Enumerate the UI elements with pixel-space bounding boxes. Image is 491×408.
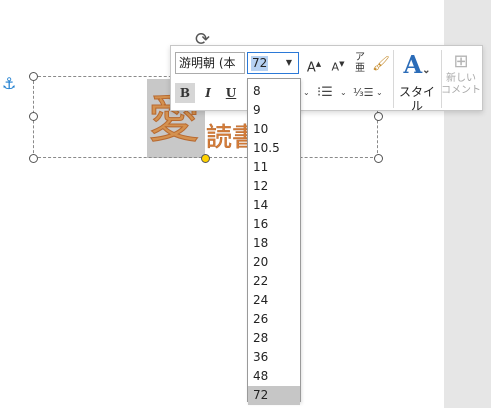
new-comment-label-2: コメント: [441, 85, 481, 96]
font-size-option[interactable]: 12: [248, 177, 300, 196]
font-size-option[interactable]: 9: [248, 101, 300, 120]
italic-button[interactable]: I: [198, 83, 218, 103]
font-size-option[interactable]: 10.5: [248, 139, 300, 158]
font-size-option[interactable]: 28: [248, 329, 300, 348]
grow-font-icon[interactable]: A▲: [305, 53, 323, 75]
font-size-option[interactable]: 11: [248, 158, 300, 177]
numbering-icon[interactable]: ⅓☰: [353, 83, 377, 103]
resize-handle-left[interactable]: [29, 112, 38, 121]
chevron-down-icon[interactable]: ▼: [282, 53, 296, 73]
new-comment-icon: ⊞: [453, 51, 469, 72]
resize-handle-bottom-left[interactable]: [29, 154, 38, 163]
separator: [393, 50, 394, 108]
font-size-option[interactable]: 14: [248, 196, 300, 215]
styles-icon: A⌄: [403, 50, 431, 79]
mini-toolbar: 游明朝 (本 72 ▼ A▲ A▼ ア亜 🖌 A⌄ スタイル ⊞ 新しい コメン…: [170, 45, 483, 114]
anchor-icon[interactable]: ⚓: [2, 74, 18, 94]
shrink-font-icon[interactable]: A▼: [329, 53, 347, 75]
resize-handle-top-left[interactable]: [29, 72, 38, 81]
chevron-down-icon[interactable]: ⌄: [303, 83, 313, 103]
font-size-option[interactable]: 8: [248, 82, 300, 101]
font-name-box[interactable]: 游明朝 (本: [175, 52, 245, 74]
font-size-option[interactable]: 48: [248, 367, 300, 386]
styles-button[interactable]: A⌄ スタイル: [395, 50, 439, 114]
adjust-handle-bottom[interactable]: [201, 154, 210, 163]
resize-handle-bottom-right[interactable]: [374, 154, 383, 163]
font-size-option[interactable]: 72: [248, 386, 300, 405]
font-size-box[interactable]: 72 ▼: [247, 52, 299, 74]
font-size-option[interactable]: 24: [248, 291, 300, 310]
font-size-option[interactable]: 18: [248, 234, 300, 253]
format-painter-icon[interactable]: 🖌: [371, 53, 391, 75]
font-size-value[interactable]: 72: [251, 56, 269, 71]
phonetic-guide-icon[interactable]: ア亜: [351, 52, 369, 74]
underline-button[interactable]: U: [221, 83, 241, 103]
new-comment-label-1: 新しい: [446, 73, 476, 84]
font-size-option[interactable]: 16: [248, 215, 300, 234]
bold-button[interactable]: B: [175, 83, 195, 103]
resize-handle-right[interactable]: [374, 112, 383, 121]
new-comment-button[interactable]: ⊞ 新しい コメント: [441, 51, 481, 109]
bullets-icon[interactable]: ⁝☰: [317, 83, 341, 103]
font-size-option[interactable]: 36: [248, 348, 300, 367]
font-size-option[interactable]: 26: [248, 310, 300, 329]
font-size-option[interactable]: 10: [248, 120, 300, 139]
font-size-option[interactable]: 22: [248, 272, 300, 291]
font-size-option[interactable]: 20: [248, 253, 300, 272]
chevron-down-icon[interactable]: ⌄: [340, 83, 350, 103]
styles-label: スタイル: [398, 85, 435, 113]
font-size-dropdown: 8 9 10 10.5 11 12 14 16 18 20 22 24 26 28 36 48 72: [247, 78, 301, 405]
chevron-down-icon[interactable]: ⌄: [376, 83, 386, 103]
